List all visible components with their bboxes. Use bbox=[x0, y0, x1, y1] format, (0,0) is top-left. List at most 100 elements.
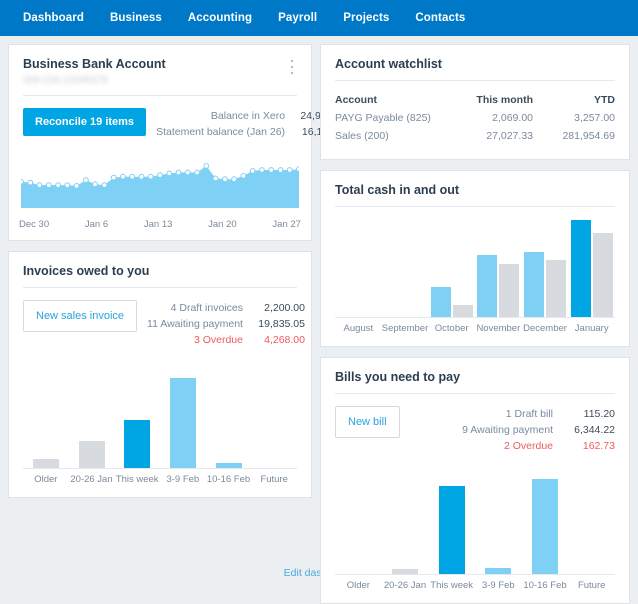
data-point-marker bbox=[204, 164, 209, 169]
bar bbox=[593, 233, 613, 317]
table-row[interactable]: PAYG Payable (825) 2,069.00 3,257.00 bbox=[335, 109, 615, 127]
cash-flow-bars bbox=[335, 217, 615, 318]
bar-group[interactable] bbox=[428, 474, 475, 574]
kebab-menu-icon[interactable] bbox=[285, 59, 299, 75]
bar bbox=[546, 260, 566, 317]
nav-item-payroll[interactable]: Payroll bbox=[265, 12, 330, 24]
axis-tick: 20-26 Jan bbox=[69, 474, 115, 485]
data-point-marker bbox=[269, 168, 274, 173]
data-point-marker bbox=[74, 184, 79, 189]
data-point-marker bbox=[167, 171, 172, 176]
bar-group[interactable] bbox=[160, 368, 206, 468]
bar bbox=[453, 305, 473, 317]
data-point-marker bbox=[46, 183, 51, 188]
axis-tick: Future bbox=[568, 580, 615, 591]
overdue-value: 162.73 bbox=[553, 438, 615, 454]
bar-group[interactable] bbox=[475, 217, 522, 317]
nav-item-contacts[interactable]: Contacts bbox=[402, 12, 478, 24]
bar-group[interactable] bbox=[23, 368, 69, 468]
cash-flow-card: Total cash in and out AugustSeptemberOct… bbox=[320, 170, 630, 347]
bar-group[interactable] bbox=[428, 217, 475, 317]
reconcile-button[interactable]: Reconcile 19 items bbox=[23, 108, 146, 136]
bar-group[interactable] bbox=[335, 217, 382, 317]
data-point-marker bbox=[232, 177, 237, 182]
axis-tick: August bbox=[335, 323, 382, 334]
data-point-marker bbox=[297, 167, 299, 172]
axis-tick: Jan 20 bbox=[208, 219, 237, 230]
stat-row-overdue: 3 Overdue 4,268.00 bbox=[147, 332, 305, 348]
bar bbox=[532, 479, 558, 574]
awaiting-payment-value: 6,344.22 bbox=[553, 422, 615, 438]
bills-bars bbox=[335, 474, 615, 575]
data-point-marker bbox=[213, 176, 218, 181]
stat-row: 1 Draft bill 115.20 bbox=[410, 406, 615, 422]
watchlist-table: Account This month YTD PAYG Payable (825… bbox=[321, 81, 629, 159]
axis-tick: Jan 13 bbox=[144, 219, 173, 230]
overdue-value: 4,268.00 bbox=[243, 332, 305, 348]
bills-stats: 1 Draft bill 115.20 9 Awaiting payment 6… bbox=[410, 406, 615, 454]
bar bbox=[524, 252, 544, 317]
nav-item-business[interactable]: Business bbox=[97, 12, 175, 24]
axis-tick: Jan 6 bbox=[85, 219, 108, 230]
axis-tick: September bbox=[382, 323, 429, 334]
bar-group[interactable] bbox=[475, 474, 522, 574]
bank-account-number-wrap: 308-234-12345678 bbox=[9, 74, 311, 95]
bar bbox=[170, 378, 196, 468]
data-point-marker bbox=[158, 173, 163, 178]
account-month: 2,069.00 bbox=[451, 109, 533, 127]
data-point-marker bbox=[287, 168, 292, 173]
bar-group[interactable] bbox=[251, 368, 297, 468]
awaiting-payment-value: 19,835.05 bbox=[243, 316, 305, 332]
bar-group[interactable] bbox=[69, 368, 115, 468]
bar-group[interactable] bbox=[568, 474, 615, 574]
axis-tick: Older bbox=[23, 474, 69, 485]
stat-row: 11 Awaiting payment 19,835.05 bbox=[147, 316, 305, 332]
axis-tick: 3-9 Feb bbox=[160, 474, 206, 485]
bar-group[interactable] bbox=[114, 368, 160, 468]
bar bbox=[216, 463, 242, 468]
new-bill-button[interactable]: New bill bbox=[335, 406, 400, 438]
bar bbox=[124, 420, 150, 468]
data-point-marker bbox=[260, 168, 265, 173]
data-point-marker bbox=[250, 169, 255, 174]
data-point-marker bbox=[130, 174, 135, 179]
new-sales-invoice-button[interactable]: New sales invoice bbox=[23, 300, 137, 332]
bar-group[interactable] bbox=[206, 368, 252, 468]
table-row[interactable]: Sales (200) 27,027.33 281,954.69 bbox=[335, 127, 615, 145]
axis-tick: 20-26 Jan bbox=[382, 580, 429, 591]
invoices-title: Invoices owed to you bbox=[9, 252, 311, 287]
axis-tick: Jan 27 bbox=[272, 219, 301, 230]
bar-group[interactable] bbox=[522, 217, 569, 317]
data-point-marker bbox=[139, 174, 144, 179]
data-point-marker bbox=[37, 183, 42, 188]
axis-tick: 3-9 Feb bbox=[475, 580, 522, 591]
bills-title: Bills you need to pay bbox=[321, 358, 629, 393]
stat-row: 9 Awaiting payment 6,344.22 bbox=[410, 422, 615, 438]
invoices-bar-chart bbox=[9, 358, 311, 469]
bills-bar-chart bbox=[321, 464, 629, 575]
bank-account-summary: Reconcile 19 items Balance in Xero 24,90… bbox=[9, 96, 311, 150]
bar-group[interactable] bbox=[568, 217, 615, 317]
bar-group[interactable] bbox=[382, 217, 429, 317]
account-month: 27,027.33 bbox=[451, 127, 533, 145]
data-point-marker bbox=[176, 170, 181, 175]
overdue-label: 3 Overdue bbox=[194, 332, 243, 348]
bar bbox=[392, 569, 418, 574]
bills-summary: New bill 1 Draft bill 115.20 9 Awaiting … bbox=[321, 394, 629, 464]
draft-bill-label: 1 Draft bill bbox=[506, 406, 553, 422]
bar-group[interactable] bbox=[522, 474, 569, 574]
axis-tick: This week bbox=[114, 474, 160, 485]
nav-item-dashboard[interactable]: Dashboard bbox=[10, 12, 97, 24]
stat-row: 4 Draft invoices 2,200.00 bbox=[147, 300, 305, 316]
data-point-marker bbox=[21, 179, 23, 184]
column-header-ytd: YTD bbox=[533, 91, 615, 109]
bar-group[interactable] bbox=[382, 474, 429, 574]
bar-group[interactable] bbox=[335, 474, 382, 574]
awaiting-payment-label: 9 Awaiting payment bbox=[462, 422, 553, 438]
invoices-stats: 4 Draft invoices 2,200.00 11 Awaiting pa… bbox=[147, 300, 305, 348]
nav-item-accounting[interactable]: Accounting bbox=[175, 12, 265, 24]
nav-item-projects[interactable]: Projects bbox=[330, 12, 402, 24]
data-point-marker bbox=[278, 168, 283, 173]
bar bbox=[571, 220, 591, 317]
axis-tick: October bbox=[428, 323, 475, 334]
